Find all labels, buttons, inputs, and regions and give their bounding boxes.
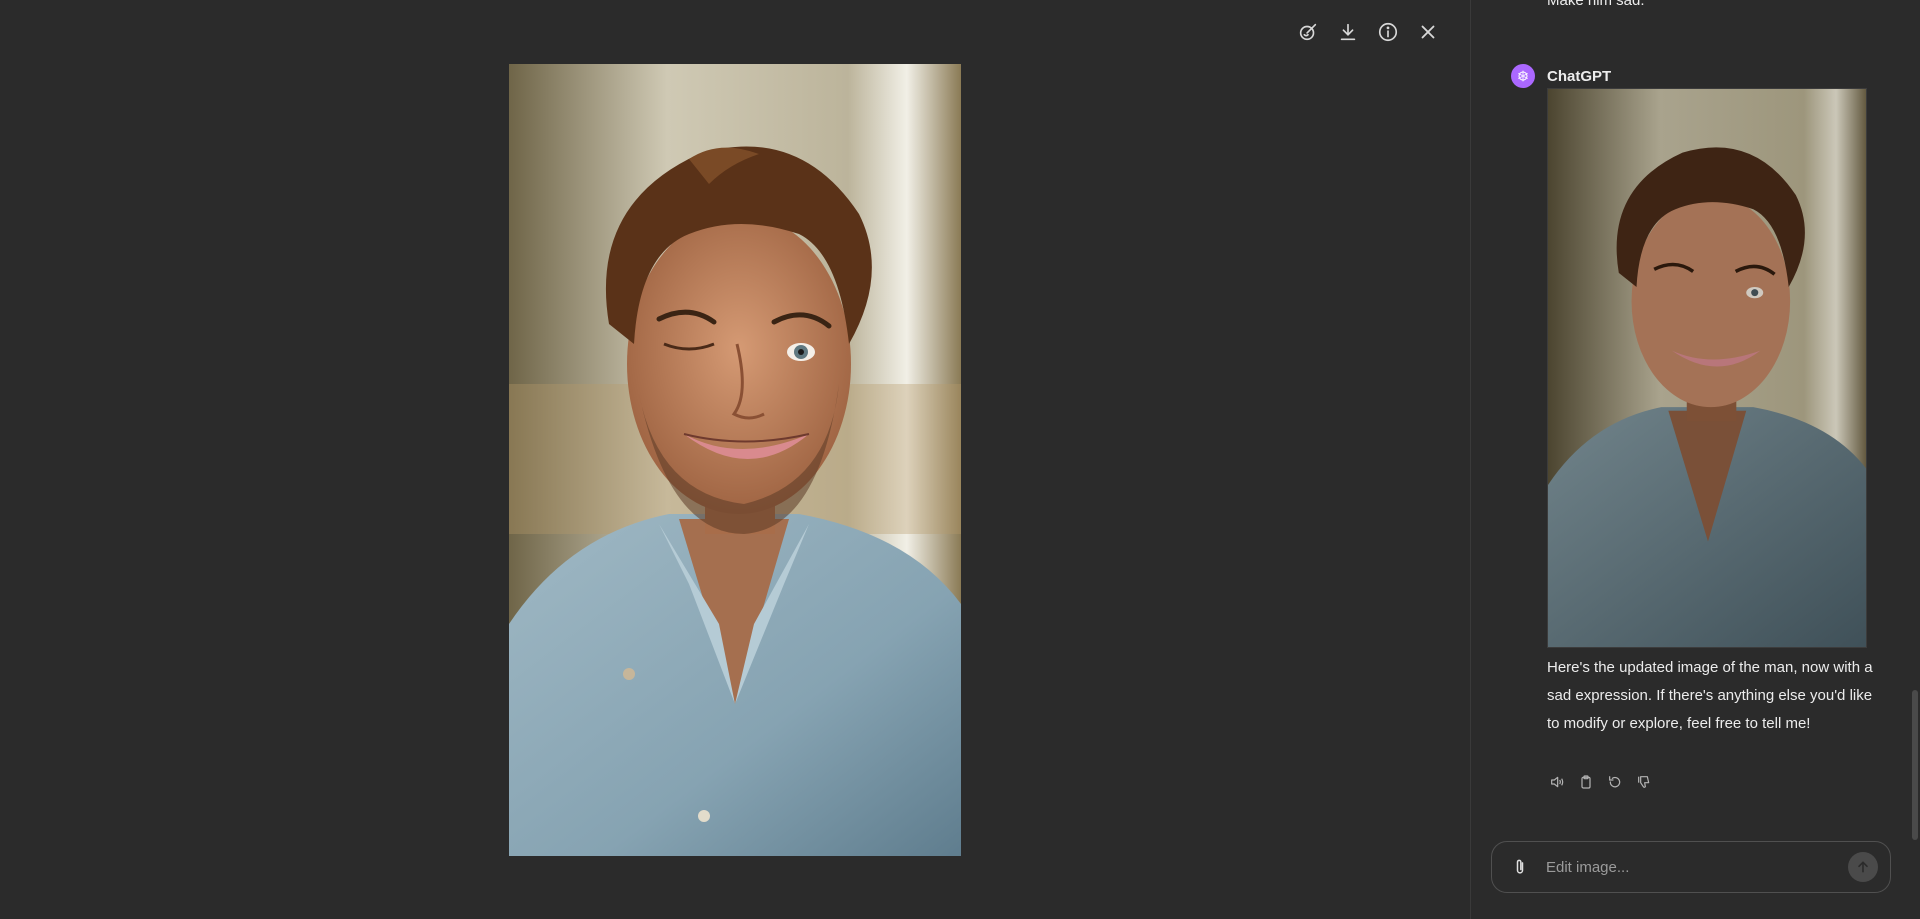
info-icon bbox=[1378, 22, 1398, 42]
composer bbox=[1491, 841, 1891, 893]
chatgpt-avatar bbox=[1511, 64, 1535, 88]
portrait-illustration bbox=[509, 64, 961, 856]
send-button[interactable] bbox=[1848, 852, 1878, 882]
thumbs-down-button[interactable] bbox=[1634, 772, 1654, 792]
brush-edit-icon bbox=[1299, 23, 1317, 41]
previous-user-message: Make him sad. bbox=[1547, 0, 1645, 9]
image-viewer bbox=[0, 0, 1470, 919]
attach-button[interactable] bbox=[1508, 855, 1532, 879]
generated-image-thumbnail[interactable] bbox=[1547, 88, 1867, 648]
assistant-reply: Here's the updated image of the man, now… bbox=[1547, 659, 1873, 732]
regenerate-button[interactable] bbox=[1605, 772, 1625, 792]
info-button[interactable] bbox=[1374, 18, 1402, 46]
copy-button[interactable] bbox=[1576, 772, 1596, 792]
chat-panel: Make him sad. ChatGPT Here's the updated… bbox=[1471, 0, 1920, 919]
read-aloud-icon bbox=[1551, 776, 1564, 788]
read-aloud-button[interactable] bbox=[1547, 772, 1567, 792]
main-image bbox=[509, 64, 961, 856]
download-button[interactable] bbox=[1334, 18, 1362, 46]
openai-logo-icon bbox=[1518, 70, 1528, 82]
edit-image-input[interactable] bbox=[1544, 857, 1848, 877]
thumbnail-illustration bbox=[1548, 89, 1866, 647]
chat-scrollbar[interactable] bbox=[1912, 690, 1918, 840]
message-author: ChatGPT bbox=[1547, 67, 1612, 85]
download-icon bbox=[1340, 23, 1356, 41]
arrow-up-icon bbox=[1858, 861, 1868, 873]
paperclip-icon bbox=[1516, 859, 1524, 874]
viewer-toolbar bbox=[1294, 18, 1442, 46]
message-actions bbox=[1547, 772, 1654, 792]
edit-image-button[interactable] bbox=[1294, 18, 1322, 46]
copy-icon bbox=[1581, 775, 1591, 789]
message-header: ChatGPT bbox=[1511, 64, 1611, 88]
regenerate-icon bbox=[1609, 776, 1621, 788]
thumbs-down-icon bbox=[1638, 776, 1650, 788]
close-icon bbox=[1421, 25, 1435, 39]
close-button[interactable] bbox=[1414, 18, 1442, 46]
